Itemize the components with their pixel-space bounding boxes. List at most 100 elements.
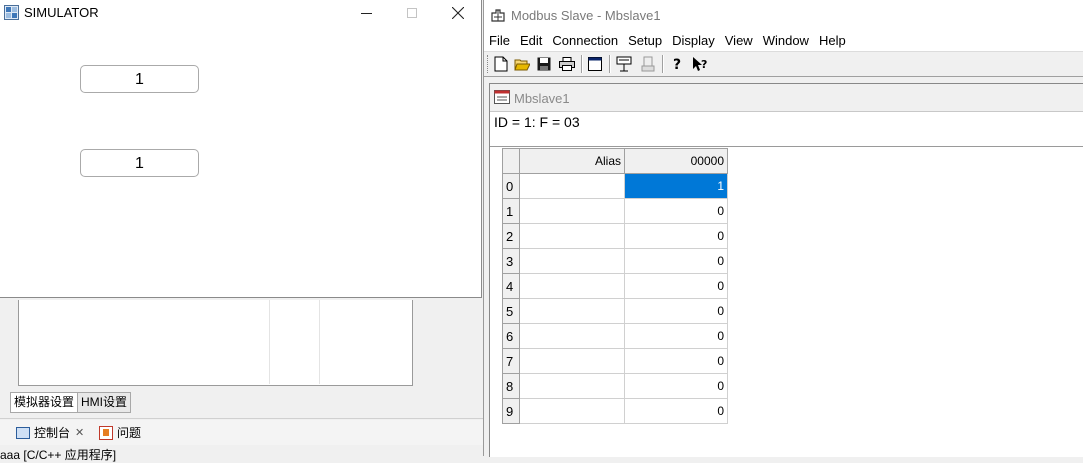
- row-number[interactable]: 4: [502, 273, 520, 299]
- menu-file[interactable]: File: [484, 30, 515, 51]
- register-value-cell[interactable]: 0: [624, 398, 728, 424]
- console-icon: [16, 427, 30, 439]
- new-window-button[interactable]: [586, 55, 604, 73]
- minimize-button[interactable]: [343, 0, 389, 26]
- table-row: 0 1: [502, 173, 728, 199]
- alias-cell[interactable]: [519, 323, 625, 349]
- register-value-cell[interactable]: 0: [624, 373, 728, 399]
- tab-problems[interactable]: 问题: [99, 425, 141, 441]
- alias-cell[interactable]: [519, 173, 625, 199]
- ide-panel-divider: [269, 300, 270, 384]
- table-row: 3 0: [502, 248, 728, 274]
- close-button[interactable]: [435, 0, 481, 26]
- register-grid: Alias 00000 0 1 1 0 2 0 3 0 4 0 5 0 6 0 …: [502, 148, 728, 424]
- simulator-value-field-2[interactable]: 1: [80, 149, 199, 177]
- tab-hmi-settings[interactable]: HMI设置: [77, 392, 132, 413]
- ide-bottom-tabs: 模拟器设置 HMI设置: [10, 392, 132, 413]
- simulator-window: SIMULATOR 1 1: [0, 0, 482, 298]
- alias-cell[interactable]: [519, 223, 625, 249]
- save-button[interactable]: [535, 55, 553, 73]
- tab-console[interactable]: 控制台 ✕: [16, 425, 84, 441]
- menu-setup[interactable]: Setup: [623, 30, 667, 51]
- simulator-titlebar[interactable]: SIMULATOR: [0, 0, 481, 26]
- connect-button[interactable]: [615, 55, 633, 73]
- divider: [490, 146, 1083, 147]
- alias-cell[interactable]: [519, 348, 625, 374]
- register-value-cell[interactable]: 0: [624, 223, 728, 249]
- row-number[interactable]: 5: [502, 298, 520, 324]
- menu-view[interactable]: View: [720, 30, 758, 51]
- alias-cell[interactable]: [519, 248, 625, 274]
- simulator-title: SIMULATOR: [24, 5, 99, 20]
- row-number[interactable]: 7: [502, 348, 520, 374]
- print-button[interactable]: [558, 55, 576, 73]
- row-number[interactable]: 8: [502, 373, 520, 399]
- menu-help[interactable]: Help: [814, 30, 851, 51]
- modbus-titlebar[interactable]: Modbus Slave - Mbslave1: [484, 0, 1083, 30]
- row-number[interactable]: 6: [502, 323, 520, 349]
- register-value-cell[interactable]: 0: [624, 273, 728, 299]
- alias-column-header[interactable]: Alias: [519, 148, 625, 174]
- help-button[interactable]: ?: [669, 55, 687, 73]
- table-row: 6 0: [502, 323, 728, 349]
- table-row: 5 0: [502, 298, 728, 324]
- context-help-icon: ?: [693, 57, 707, 71]
- register-value-cell[interactable]: 0: [624, 348, 728, 374]
- alias-cell[interactable]: [519, 273, 625, 299]
- maximize-button[interactable]: [389, 0, 435, 26]
- new-button[interactable]: [492, 55, 510, 73]
- ide-settings-panel: [18, 300, 413, 386]
- menu-connection[interactable]: Connection: [547, 30, 623, 51]
- table-row: 9 0: [502, 398, 728, 424]
- menu-bar: File Edit Connection Setup Display View …: [484, 30, 1083, 51]
- row-number[interactable]: 1: [502, 198, 520, 224]
- close-icon[interactable]: ✕: [75, 425, 84, 441]
- alias-cell[interactable]: [519, 198, 625, 224]
- disconnect-button[interactable]: [639, 55, 657, 73]
- menu-window[interactable]: Window: [758, 30, 814, 51]
- slave-id-function-label: ID = 1: F = 03: [494, 114, 580, 130]
- context-help-button[interactable]: ?: [692, 55, 710, 73]
- menu-display[interactable]: Display: [667, 30, 720, 51]
- save-icon: [537, 57, 551, 71]
- maximize-icon: [407, 8, 417, 18]
- toolbar-grip[interactable]: [487, 55, 491, 73]
- grid-corner[interactable]: [502, 148, 520, 174]
- address-column-header[interactable]: 00000: [624, 148, 728, 174]
- alias-cell[interactable]: [519, 298, 625, 324]
- open-button[interactable]: [513, 55, 531, 73]
- alias-cell[interactable]: [519, 373, 625, 399]
- register-value-cell[interactable]: 0: [624, 198, 728, 224]
- divider: [0, 418, 483, 419]
- problems-icon: [99, 426, 113, 440]
- table-row: 4 0: [502, 273, 728, 299]
- register-value-cell[interactable]: 0: [624, 298, 728, 324]
- modbus-app-icon: [491, 9, 505, 22]
- table-row: 8 0: [502, 373, 728, 399]
- toolbar-separator: [609, 55, 611, 73]
- register-value-cell[interactable]: 0: [624, 323, 728, 349]
- svg-text:?: ?: [701, 58, 707, 71]
- alias-cell[interactable]: [519, 398, 625, 424]
- row-number[interactable]: 3: [502, 248, 520, 274]
- register-value-cell[interactable]: 1: [624, 173, 728, 199]
- row-number[interactable]: 2: [502, 223, 520, 249]
- row-number[interactable]: 0: [502, 173, 520, 199]
- register-value-cell[interactable]: 0: [624, 248, 728, 274]
- close-icon: [452, 7, 464, 19]
- row-number[interactable]: 9: [502, 398, 520, 424]
- disconnect-icon: [641, 56, 655, 72]
- question-mark-icon: ?: [673, 57, 681, 72]
- modbus-window-title: Modbus Slave - Mbslave1: [511, 8, 661, 23]
- tab-simulator-settings[interactable]: 模拟器设置: [10, 392, 79, 413]
- problems-tab-label: 问题: [117, 426, 142, 440]
- mbslave1-title: Mbslave1: [514, 91, 570, 106]
- document-window-icon: [494, 90, 510, 104]
- simulator-value-field-1[interactable]: 1: [80, 65, 199, 93]
- open-folder-icon: [514, 59, 530, 71]
- menu-edit[interactable]: Edit: [515, 30, 547, 51]
- table-row: 2 0: [502, 223, 728, 249]
- print-icon: [559, 57, 575, 71]
- svg-text:?: ?: [673, 57, 681, 72]
- mbslave1-titlebar[interactable]: Mbslave1: [490, 84, 1083, 112]
